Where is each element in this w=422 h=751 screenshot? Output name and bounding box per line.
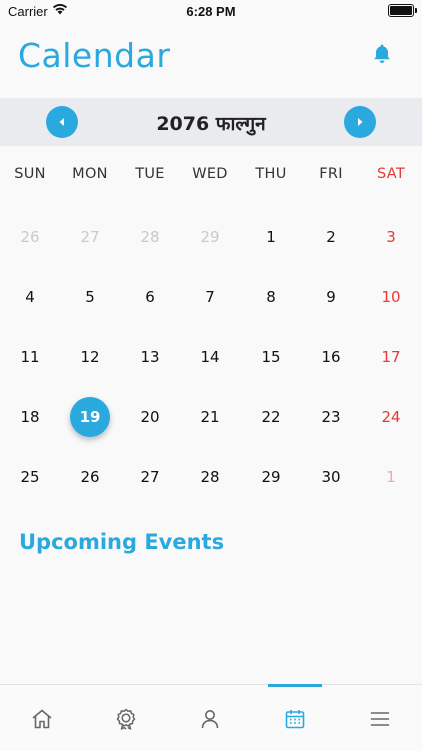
day-cell[interactable]: 11 [0, 327, 60, 387]
weekday-label: WED [192, 166, 228, 182]
day-cell[interactable]: 30 [301, 447, 361, 507]
day-cell[interactable]: 18 [0, 387, 60, 447]
day-cell[interactable]: 9 [301, 267, 361, 327]
award-icon[interactable] [114, 707, 138, 731]
active-tab-indicator [268, 684, 322, 687]
day-cell[interactable]: 29 [180, 207, 240, 267]
day-cell[interactable]: 21 [180, 387, 240, 447]
day-cell[interactable]: 25 [0, 447, 60, 507]
month-navigator: 2076 फाल्गुन [0, 98, 422, 146]
day-cell[interactable]: 26 [60, 447, 120, 507]
day-cell[interactable]: 22 [241, 387, 301, 447]
day-cell[interactable]: 6 [120, 267, 180, 327]
weekday-label: MON [72, 166, 108, 182]
bell-icon[interactable] [370, 42, 394, 66]
day-cell[interactable]: 27 [60, 207, 120, 267]
day-cell[interactable]: 1 [361, 447, 421, 507]
weekday-header: SUN MON TUE WED THU FRI SAT [0, 166, 422, 190]
calendar-grid: 26 27 28 29 1 2 3 4 5 6 7 8 9 10 11 12 1… [0, 207, 422, 507]
day-cell[interactable]: 10 [361, 267, 421, 327]
weekday-label: SAT [376, 166, 406, 182]
day-cell[interactable]: 28 [180, 447, 240, 507]
day-cell[interactable]: 14 [180, 327, 240, 387]
status-bar: Carrier 6:28 PM [0, 0, 422, 22]
weekday-label: TUE [135, 166, 165, 182]
home-icon[interactable] [30, 707, 54, 731]
day-cell[interactable]: 24 [361, 387, 421, 447]
day-cell[interactable]: 15 [241, 327, 301, 387]
day-cell[interactable]: 26 [0, 207, 60, 267]
weekday-label: THU [255, 166, 287, 182]
day-cell[interactable]: 8 [241, 267, 301, 327]
next-month-button[interactable] [344, 106, 376, 138]
weekday-label: SUN [14, 166, 46, 182]
day-cell[interactable]: 2 [301, 207, 361, 267]
day-cell[interactable]: 3 [361, 207, 421, 267]
day-cell[interactable]: 23 [301, 387, 361, 447]
menu-icon[interactable] [368, 707, 392, 731]
day-cell[interactable]: 12 [60, 327, 120, 387]
calendar-icon[interactable] [283, 707, 307, 731]
day-cell[interactable]: 28 [120, 207, 180, 267]
day-cell[interactable]: 4 [0, 267, 60, 327]
page-title: Calendar [18, 36, 171, 75]
day-cell[interactable]: 5 [60, 267, 120, 327]
weekday-label: FRI [319, 166, 343, 182]
tab-bar [0, 684, 422, 751]
day-cell-selected[interactable]: 19 [60, 387, 120, 447]
status-time: 6:28 PM [186, 4, 236, 19]
day-cell[interactable]: 13 [120, 327, 180, 387]
day-cell[interactable]: 1 [241, 207, 301, 267]
battery-icon [388, 4, 417, 17]
selected-day-badge: 19 [70, 397, 110, 437]
day-cell[interactable]: 16 [301, 327, 361, 387]
profile-icon[interactable] [198, 707, 222, 731]
day-cell[interactable]: 20 [120, 387, 180, 447]
day-cell[interactable]: 17 [361, 327, 421, 387]
day-cell[interactable]: 7 [180, 267, 240, 327]
chevron-right-icon [358, 118, 363, 126]
day-cell[interactable]: 29 [241, 447, 301, 507]
day-cell[interactable]: 27 [120, 447, 180, 507]
upcoming-events-title: Upcoming Events [19, 530, 225, 554]
